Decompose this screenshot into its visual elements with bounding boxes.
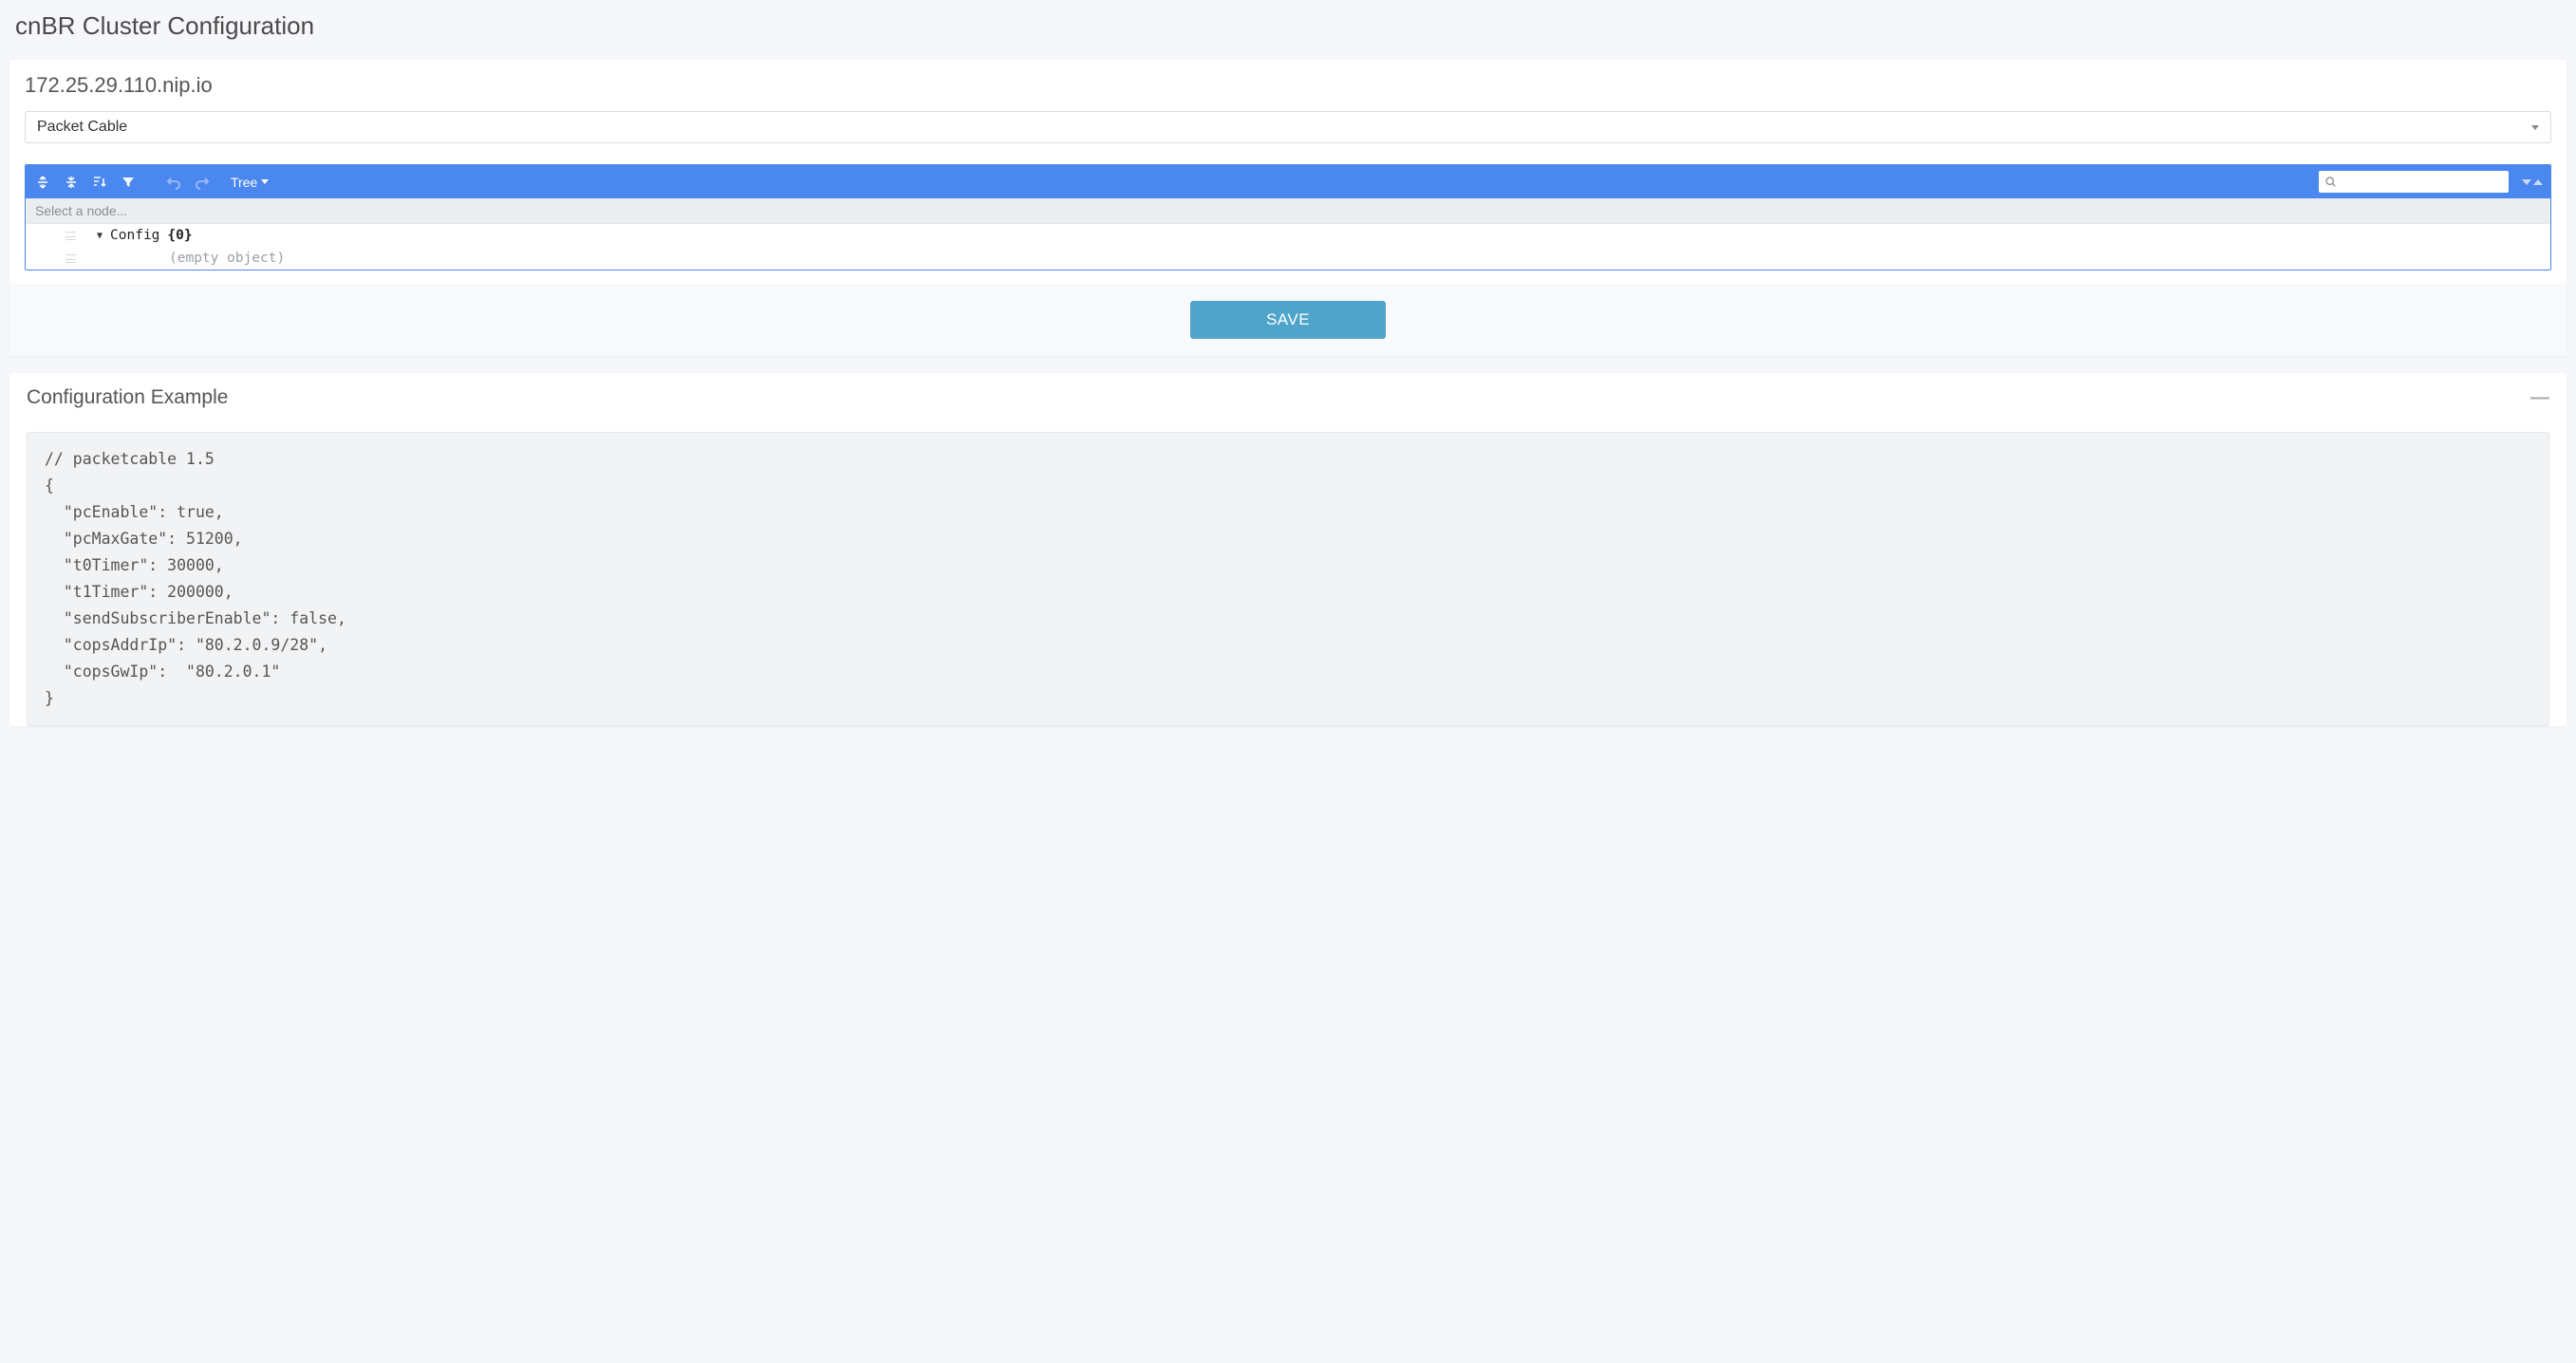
- chevron-down-icon: [261, 179, 269, 184]
- collapse-all-icon[interactable]: [62, 173, 81, 192]
- undo-icon[interactable]: [164, 173, 183, 192]
- config-type-select[interactable]: Packet Cable: [25, 111, 2551, 143]
- editor-mode-label: Tree: [231, 175, 257, 190]
- editor-mode-select[interactable]: Tree: [231, 175, 269, 190]
- example-code: // packetcable 1.5 { "pcEnable": true, "…: [27, 432, 2549, 726]
- search-icon: [2324, 176, 2337, 188]
- search-next-icon[interactable]: [2522, 179, 2531, 185]
- drag-handle-icon[interactable]: [65, 232, 76, 240]
- config-panel: 172.25.29.110.nip.io Packet Cable: [9, 60, 2567, 356]
- page-title: cnBR Cluster Configuration: [0, 0, 2576, 60]
- example-panel: Configuration Example — // packetcable 1…: [9, 373, 2567, 726]
- redo-icon[interactable]: [193, 173, 212, 192]
- filter-icon[interactable]: [119, 173, 138, 192]
- drag-handle-icon[interactable]: [65, 254, 76, 263]
- tree-root-row[interactable]: ▼ Config {0}: [26, 224, 2550, 247]
- example-title: Configuration Example: [27, 386, 228, 409]
- chevron-down-icon: [2531, 125, 2539, 130]
- tree-root-key: Config: [110, 228, 159, 243]
- config-type-selected: Packet Cable: [37, 119, 127, 136]
- editor-toolbar: Tree: [26, 165, 2550, 198]
- tree-toggle-icon[interactable]: ▼: [97, 231, 103, 241]
- json-editor: Tree Select a node...: [25, 164, 2551, 271]
- sort-icon[interactable]: [90, 173, 109, 192]
- host-address: 172.25.29.110.nip.io: [25, 73, 2551, 98]
- tree-root-count: {0}: [167, 228, 192, 243]
- search-prev-icon[interactable]: [2533, 179, 2543, 185]
- save-button[interactable]: SAVE: [1190, 301, 1386, 339]
- tree-empty-row[interactable]: (empty object): [26, 247, 2550, 270]
- collapse-panel-icon[interactable]: —: [2530, 388, 2549, 407]
- editor-search[interactable]: [2319, 171, 2509, 193]
- editor-hint: Select a node...: [26, 198, 2550, 224]
- expand-all-icon[interactable]: [33, 173, 52, 192]
- tree-empty-label: (empty object): [84, 251, 285, 266]
- editor-search-input[interactable]: [2337, 173, 2503, 191]
